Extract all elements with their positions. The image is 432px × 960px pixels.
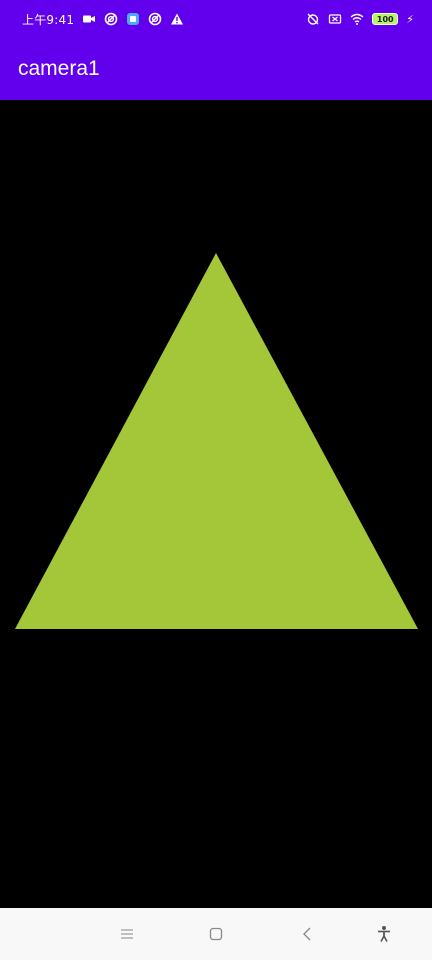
home-icon [209,927,223,941]
wifi-icon [350,13,364,25]
status-bar: 上午9:41 100 ⚡ [0,0,432,38]
sync-icon [148,12,162,26]
battery-level: 100 [376,14,394,24]
accessibility-icon [378,926,390,942]
alarm-off-icon [307,13,319,25]
triangle-shape [15,253,418,629]
app-title: camera1 [18,57,100,80]
triangle-canvas [15,253,418,629]
status-right: 100 ⚡ [306,12,414,26]
app-notification-icon [127,13,140,25]
battery-icon: 100 [372,13,399,25]
back-icon [303,927,311,941]
accessibility-button[interactable] [372,922,396,946]
warning-icon [171,13,184,25]
app-bar: camera1 [0,38,432,100]
sync-icon [104,12,118,26]
status-left: 上午9:41 [22,11,184,28]
video-camera-icon [83,15,96,23]
back-button[interactable] [295,922,319,946]
camera-preview-canvas [0,100,432,908]
menu-button[interactable] [115,922,139,946]
home-button[interactable] [204,922,228,946]
sim-off-icon [329,14,342,24]
menu-icon [121,929,133,939]
charging-icon: ⚡ [406,12,414,26]
navigation-bar [0,908,432,960]
status-time: 上午9:41 [22,12,75,27]
